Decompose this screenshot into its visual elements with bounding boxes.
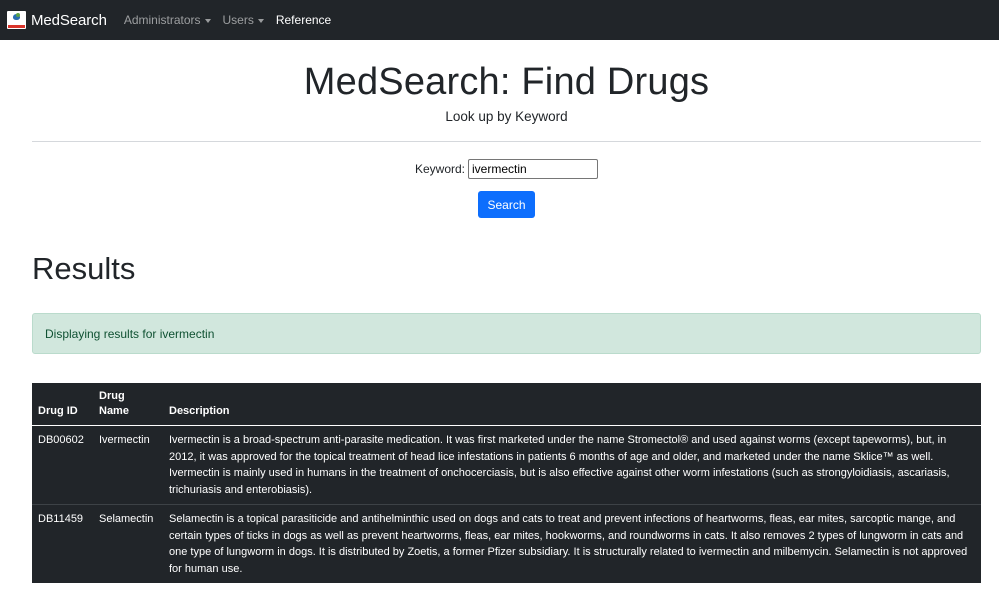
caret-down-icon [257,18,264,23]
table-row: DB11459 Selamectin Selamectin is a topic… [32,504,981,583]
table-row: DB00602 Ivermectin Ivermectin is a broad… [32,426,981,505]
description-cell: Selamectin is a topical parasiticide and… [163,504,981,583]
keyword-input[interactable] [468,159,599,179]
nav-item-label: Administrators [123,13,201,27]
results-table: Drug ID Drug Name Description DB00602 Iv… [32,383,981,583]
header-divider [32,141,981,142]
results-title: Results [32,251,136,286]
column-header-description: Description [163,383,981,426]
search-button[interactable]: Search [478,191,535,218]
nav-item-label: Reference [275,13,332,27]
keyword-row: Keyword: [32,159,981,179]
nav-item-label: Users [222,13,254,27]
drug-id-cell: DB00602 [38,434,84,446]
search-form: Keyword: Search [32,159,981,218]
drug-name-cell: Selamectin [93,504,163,583]
navbar: MedSearch Administrators Users Reference [0,0,999,40]
main-container: MedSearch: Find Drugs Look up by Keyword… [0,40,999,583]
nav-item-administrators[interactable]: Administrators [124,13,211,27]
column-header-drug-id: Drug ID [32,383,93,426]
caret-down-icon [204,18,211,23]
page-subtitle: Look up by Keyword [445,109,568,124]
nav-menu: Administrators Users Reference [124,13,331,27]
page-title: MedSearch: Find Drugs [303,61,710,103]
brand-name[interactable]: MedSearch [31,12,107,29]
page-header: MedSearch: Find Drugs Look up by Keyword [32,40,981,124]
nav-item-users[interactable]: Users [223,13,264,27]
results-alert: Displaying results for ivermectin [32,313,981,354]
nav-item-reference[interactable]: Reference [276,13,331,27]
description-cell: Ivermectin is a broad-spectrum anti-para… [169,434,950,496]
drug-name-cell: Ivermectin [99,434,150,446]
table-header-row: Drug ID Drug Name Description [32,383,981,426]
brand[interactable]: MedSearch [7,11,107,29]
drug-id-cell: DB11459 [32,504,93,583]
medsearch-logo-icon [7,11,26,29]
keyword-label: Keyword: [414,162,466,176]
column-header-drug-name: Drug Name [93,383,163,426]
